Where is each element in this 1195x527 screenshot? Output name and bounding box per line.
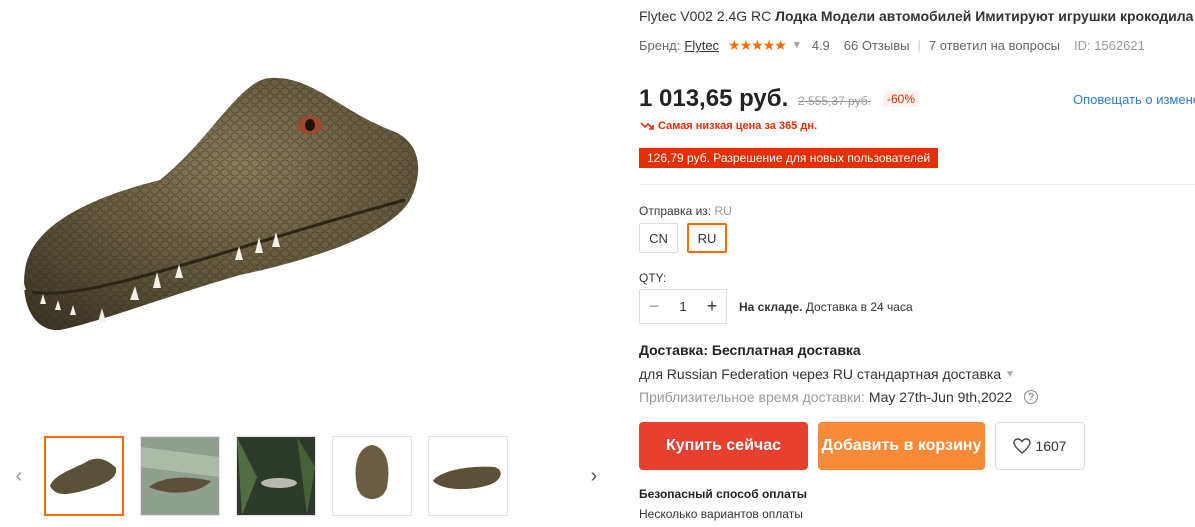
payment-title: Безопасный способ оплаты [639,487,807,501]
current-price: 1 013,65 руб. [639,85,789,112]
chevron-left-icon: ‹ [15,464,23,487]
main-product-image[interactable] [10,60,430,380]
quantity-stepper: − 1 + [639,289,727,324]
thumbnail-2[interactable] [140,436,220,516]
product-id: ID: 1562621 [1073,38,1145,53]
thumbnail-4[interactable] [332,436,412,516]
thumbnail-prev-button[interactable]: ‹ [10,456,28,496]
stock-status: На складе. Доставка в 24 часа [739,300,913,314]
delivery-method[interactable]: для Russian Federation через RU стандарт… [639,366,1015,382]
brand-label: Бренд: [639,38,681,53]
thumbnail-3[interactable] [236,436,316,516]
add-to-cart-button[interactable]: Добавить в корзину [818,422,985,470]
delivery-time: Приблизительное время доставки: May 27th… [639,389,1039,405]
product-meta: Бренд: Flytec ★★★★★ ▼ 4.9 66 Отзывы | 7 … [639,37,1145,54]
answers-link[interactable]: 7 ответил на вопросы [929,38,1060,53]
meta-divider: | [917,38,921,53]
ship-from-label: Отправка из: RU [639,204,732,218]
rating-dropdown-icon[interactable]: ▼ [792,40,802,51]
thumbnail-1[interactable] [44,436,124,516]
stock-status-bold: На складе. [739,300,803,314]
ship-from-option-cn[interactable]: CN [639,223,678,253]
stock-status-rest: Доставка в 24 часа [805,300,913,314]
thumbnail-next-button[interactable]: › [585,456,603,496]
price-notify-link[interactable]: Оповещать о измене [1073,92,1195,107]
lowest-price-text: Самая низкая цена за 365 дн. [658,120,818,132]
delivery-time-value: May 27th-Jun 9th,2022 [868,389,1013,405]
product-title-brand: Flytec V002 2.4G RC [639,8,772,24]
chevron-down-icon: ▼ [1005,368,1016,380]
ship-from-selected: RU [714,204,732,218]
trend-down-icon [640,122,654,130]
new-user-coupon-banner[interactable]: 126,79 руб. Разрешение для новых пользов… [639,148,939,168]
ship-from-label-text: Отправка из: [639,204,712,218]
help-icon[interactable]: ? [1024,390,1039,404]
product-title-name: Лодка Модели автомобилей Имитируют игруш… [775,8,1194,24]
section-divider [639,184,1195,185]
qty-decrease-button[interactable]: − [640,290,668,323]
wishlist-button[interactable]: 1607 [995,422,1085,470]
buy-now-button[interactable]: Купить сейчас [639,422,808,470]
thumbnail-strip: ‹ › [10,436,610,518]
qty-increase-button[interactable]: + [698,290,726,323]
delivery-method-text: для Russian Federation через RU стандарт… [639,366,1002,382]
delivery-title: Доставка: Бесплатная доставка [639,342,861,358]
ship-from-option-ru[interactable]: RU [687,223,727,253]
product-title: Flytec V002 2.4G RC Лодка Модели автомоб… [639,8,1193,24]
thumbnail-5[interactable] [428,436,508,516]
heart-icon [1013,438,1032,454]
brand-link[interactable]: Flytec [684,38,719,53]
qty-label: QTY: [639,271,667,285]
payment-subtitle: Несколько вариантов оплаты [639,507,803,521]
wishlist-count: 1607 [1035,438,1067,454]
discount-badge: -60% [883,91,920,107]
reviews-link[interactable]: 66 Отзывы [844,38,910,53]
old-price: 2 555,37 руб. [798,94,871,108]
chevron-right-icon: › [590,464,598,487]
rating-stars-icon[interactable]: ★★★★★ [728,37,787,54]
rating-value: 4.9 [811,38,830,53]
delivery-time-label: Приблизительное время доставки: [639,389,865,405]
lowest-price-note: Самая низкая цена за 365 дн. [640,120,817,132]
qty-input[interactable]: 1 [668,299,698,314]
